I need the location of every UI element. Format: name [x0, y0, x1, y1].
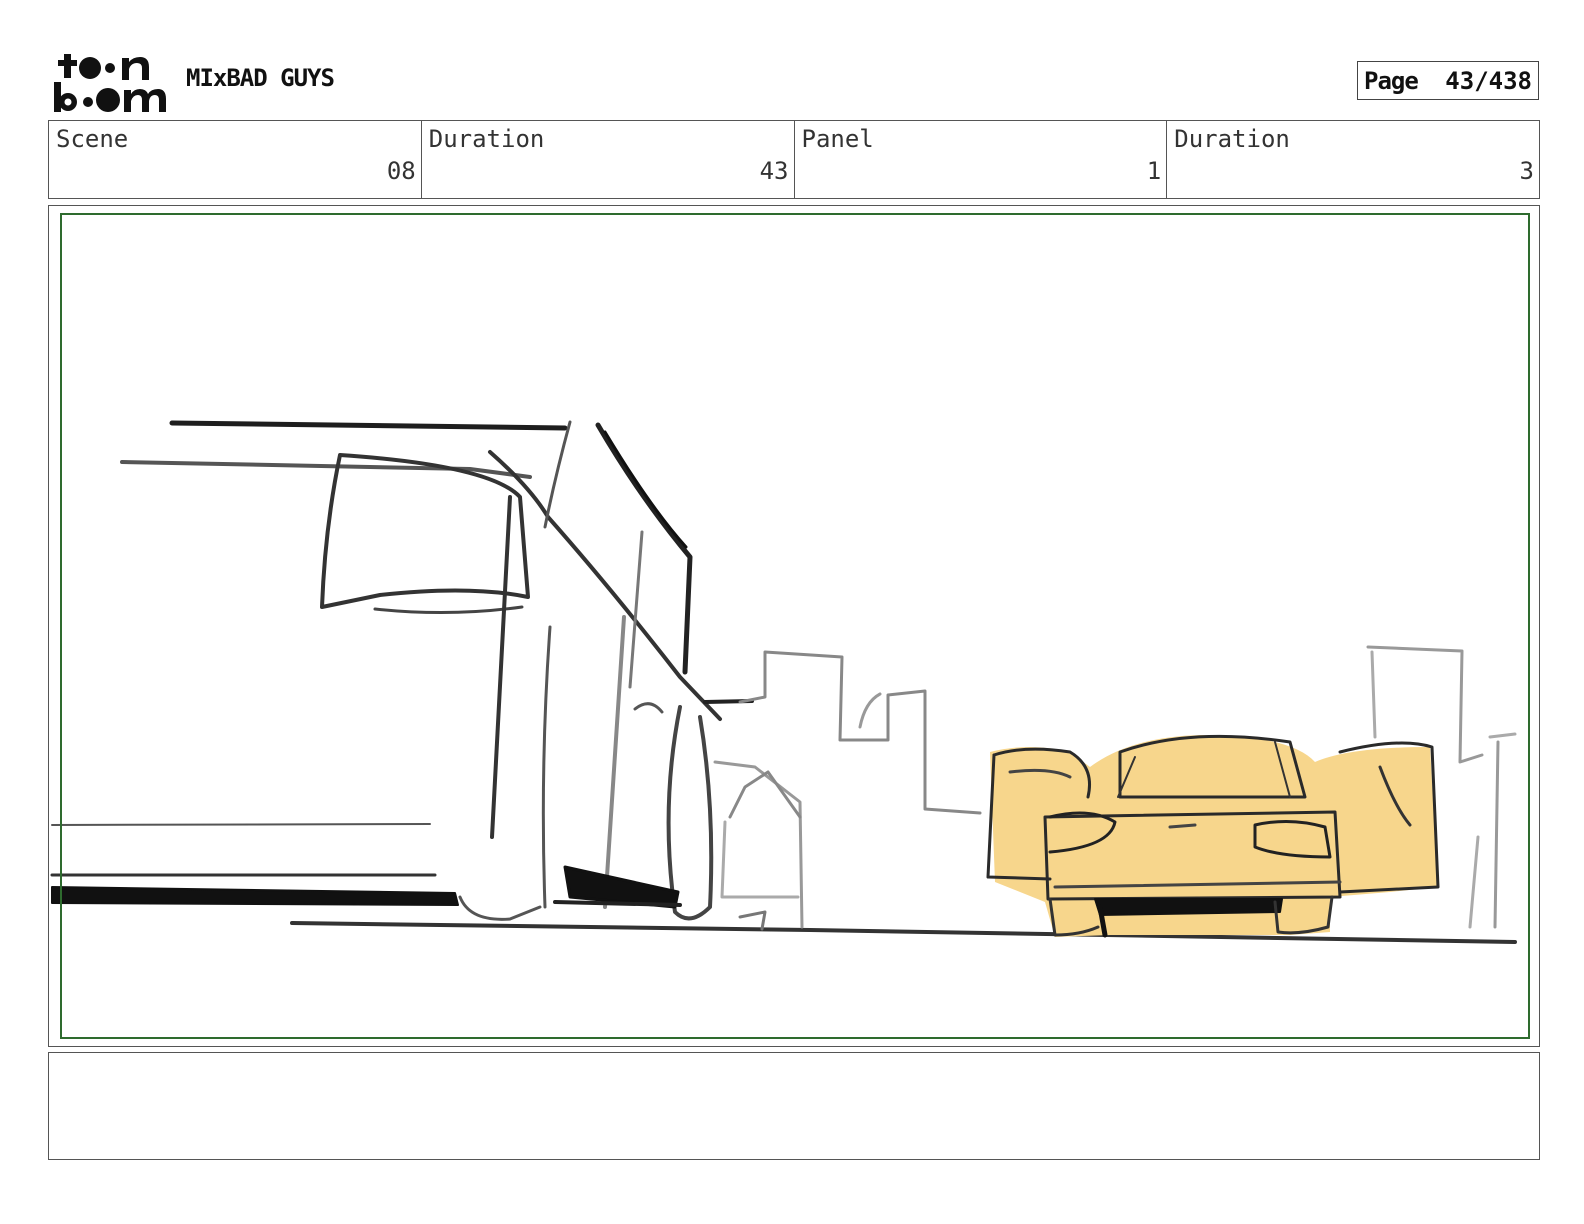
- scene-duration-label: Duration: [428, 125, 545, 153]
- safe-area-border: [60, 213, 1530, 1039]
- page-label: Page: [1364, 66, 1419, 95]
- page-number: 43/438: [1445, 66, 1532, 95]
- panel-info-row: Scene 08 Duration 43 Panel 1 Duration 3: [48, 120, 1540, 199]
- panel-cell: Panel 1: [795, 121, 1168, 198]
- panel-duration-value: 3: [1519, 157, 1534, 185]
- panel-duration-label: Duration: [1174, 125, 1290, 153]
- panel-label: Panel: [801, 125, 874, 153]
- project-title: MIxBAD GUYS: [186, 64, 335, 92]
- scene-label: Scene: [56, 125, 129, 153]
- panel-notes-box: [48, 1052, 1540, 1160]
- scene-cell: Scene 08: [49, 121, 422, 198]
- panel-value: 1: [1146, 157, 1162, 185]
- scene-duration-cell: Duration 43: [422, 121, 795, 198]
- page-indicator: Page 43/438: [1357, 61, 1539, 100]
- panel-duration-cell: Duration 3: [1167, 121, 1539, 198]
- scene-duration-value: 43: [759, 157, 789, 185]
- toon-boom-logo: [54, 54, 166, 112]
- scene-value: 08: [386, 157, 416, 185]
